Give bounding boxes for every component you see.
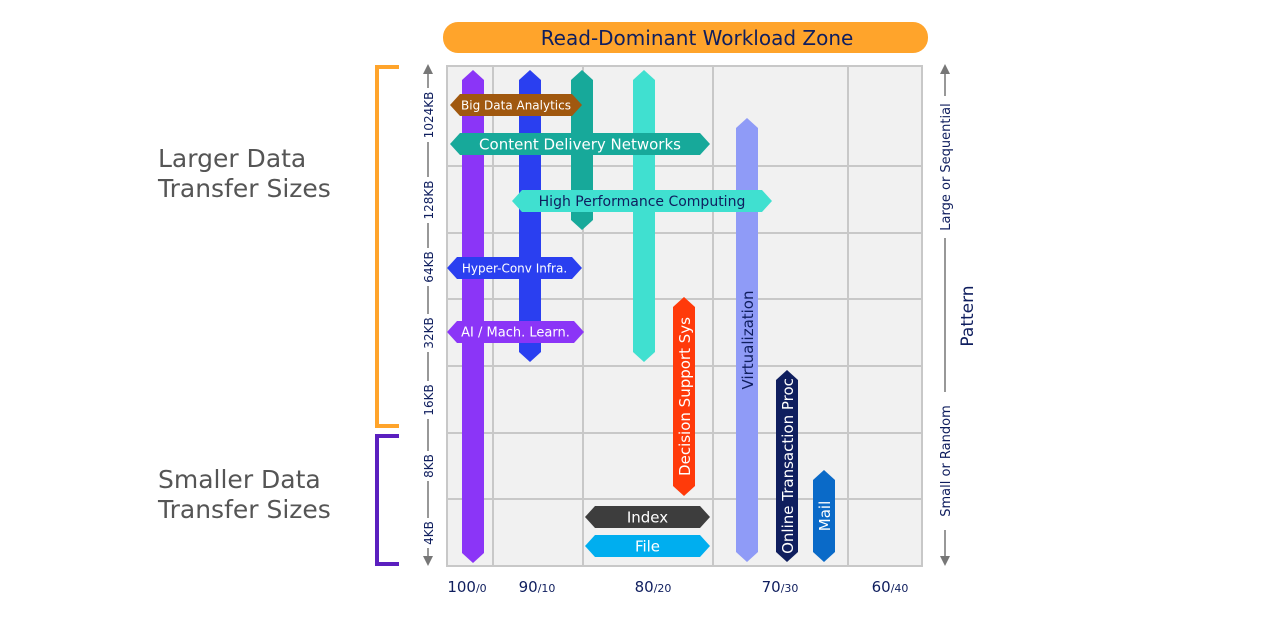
x-tick-label: 60/40 <box>872 578 909 596</box>
arrow-down-icon <box>940 556 950 566</box>
label-small-random: Small or Random <box>939 405 954 517</box>
label-large-sequential: Large or Sequential <box>939 103 954 230</box>
bar-decision-support-label: Decision Support Sys <box>676 317 694 476</box>
label-smaller-line1: Smaller Data <box>158 465 321 494</box>
y-tick-label: 128KB <box>422 180 436 219</box>
y-tick-label: 16KB <box>422 384 436 415</box>
banner-label: Read-Dominant Workload Zone <box>541 26 854 50</box>
y-tick-label: 64KB <box>422 251 436 282</box>
bar-virtualization-label: Virtualization <box>739 291 757 390</box>
y-tick-label: 8KB <box>422 454 436 478</box>
arrow-up-icon <box>940 64 950 74</box>
x-axis: 100/0 90/10 80/20 70/30 60/40 <box>447 578 908 596</box>
label-pattern: Pattern <box>958 285 978 346</box>
workload-diagram: Read-Dominant Workload Zone Larger Data … <box>157 22 978 596</box>
arrow-up-icon <box>423 64 433 74</box>
bar-content-delivery-networks-label: Content Delivery Networks <box>479 135 681 153</box>
bar-index-label: Index <box>627 508 668 526</box>
x-tick-sub: /0 <box>476 582 487 595</box>
x-tick-sub: /10 <box>538 582 556 595</box>
x-tick-label: 100/0 <box>447 578 486 596</box>
x-tick-main: 90 <box>519 578 538 596</box>
bar-online-transaction-proc-label: Online Transaction Proc <box>779 378 797 554</box>
x-tick-main: 70 <box>762 578 781 596</box>
label-smaller-line2: Transfer Sizes <box>157 495 331 524</box>
bar-hpc-vertical <box>633 70 655 362</box>
x-tick-label: 70/30 <box>762 578 799 596</box>
bar-file-label: File <box>635 537 660 555</box>
bar-ai-machine-learning-label: AI / Mach. Learn. <box>461 326 570 341</box>
x-tick-label: 80/20 <box>635 578 672 596</box>
label-larger-line2: Transfer Sizes <box>157 174 331 203</box>
x-tick-main: 100 <box>447 578 476 596</box>
x-tick-main: 60 <box>872 578 891 596</box>
x-tick-sub: /20 <box>654 582 672 595</box>
x-tick-sub: /40 <box>891 582 909 595</box>
x-tick-main: 80 <box>635 578 654 596</box>
bracket-smaller <box>375 434 399 566</box>
x-tick-sub: /30 <box>781 582 799 595</box>
bar-hyper-conv-infra-label: Hyper-Conv Infra. <box>462 261 567 275</box>
label-larger-line1: Larger Data <box>158 144 306 173</box>
y-axis: 1024KB 128KB 64KB 32KB 16KB 8KB 4KB <box>420 64 436 566</box>
y-tick-label: 1024KB <box>422 92 436 139</box>
right-axis: Large or Sequential Small or Random Patt… <box>935 64 978 566</box>
bracket-larger <box>375 65 399 428</box>
arrow-down-icon <box>423 556 433 566</box>
bar-high-performance-computing-label: High Performance Computing <box>539 194 746 210</box>
bar-mail-label: Mail <box>816 501 834 531</box>
y-tick-label: 32KB <box>422 317 436 348</box>
bar-big-data-analytics-label: Big Data Analytics <box>461 98 571 112</box>
x-tick-label: 90/10 <box>519 578 556 596</box>
y-tick-label: 4KB <box>422 521 436 545</box>
